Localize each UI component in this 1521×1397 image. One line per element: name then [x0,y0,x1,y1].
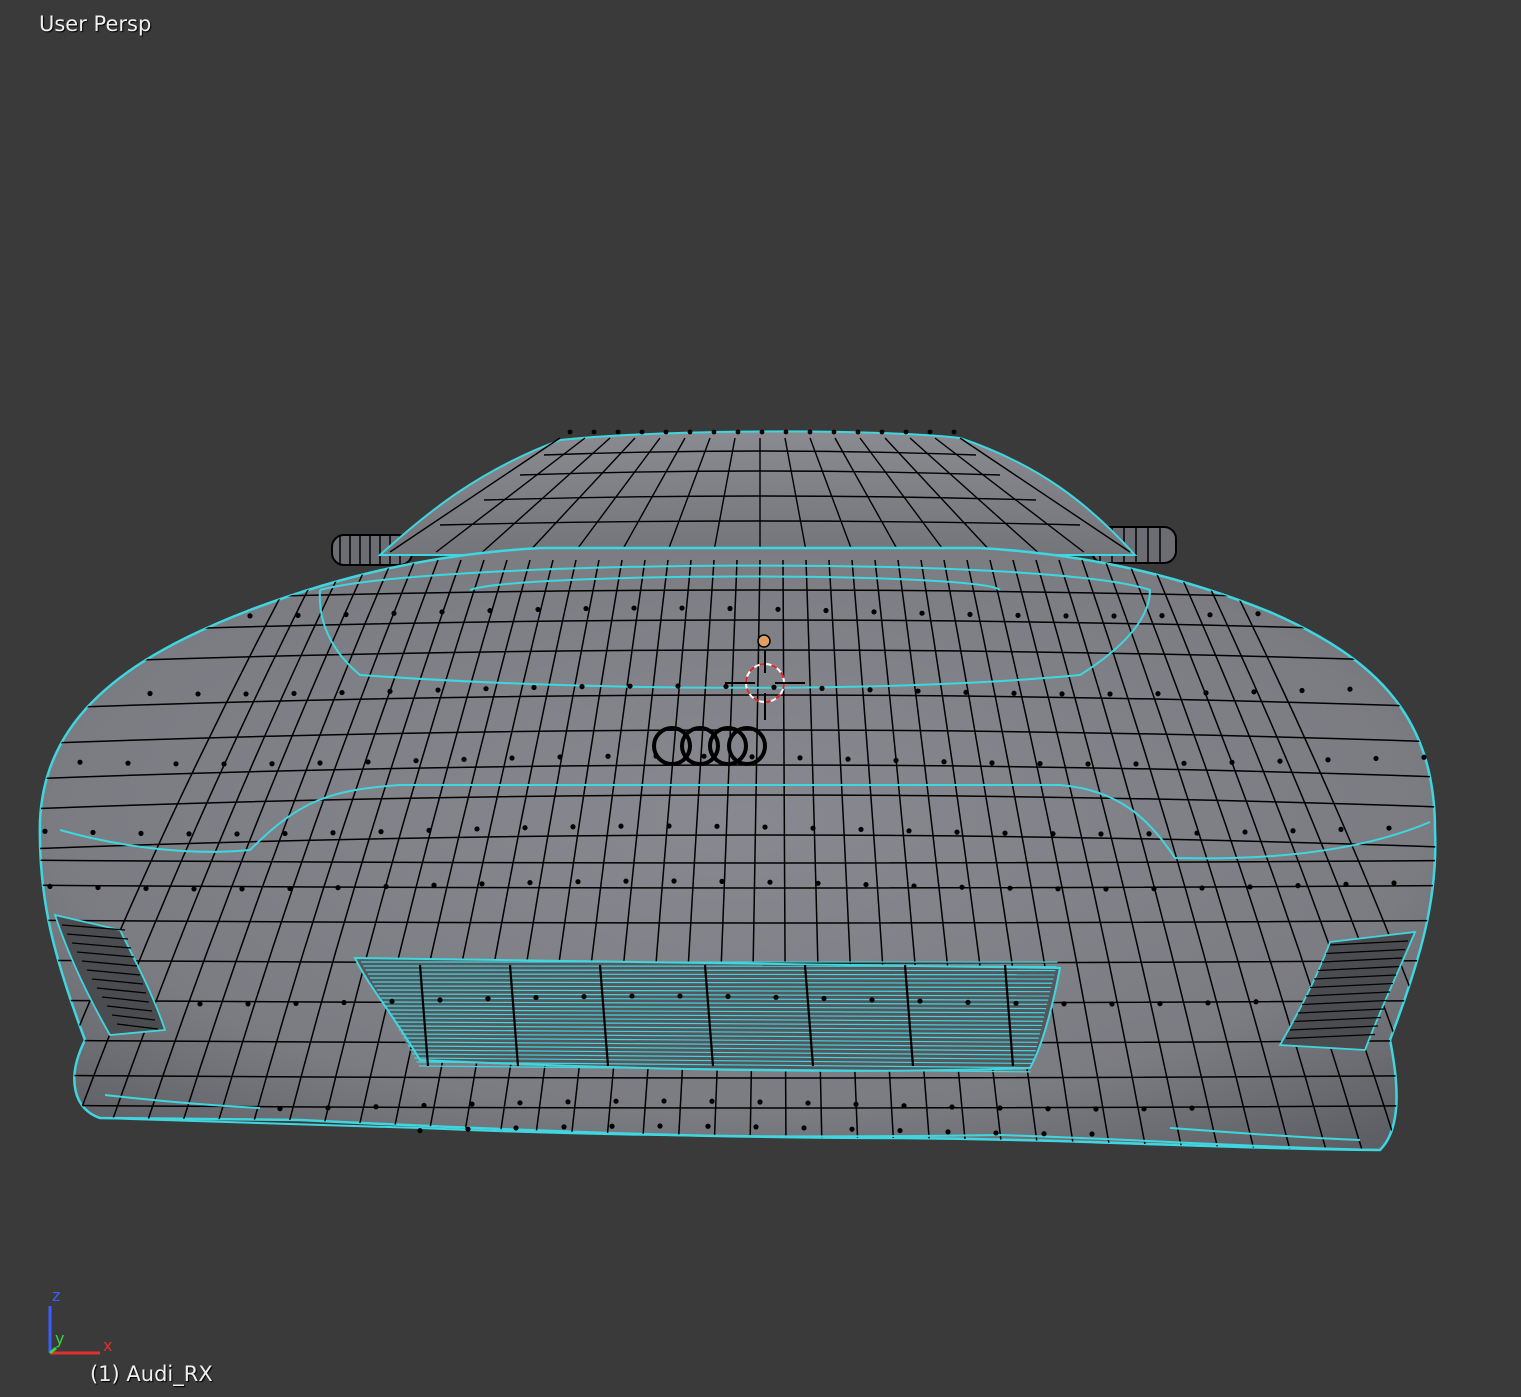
3d-viewport[interactable]: z y x User Persp (1) Audi_RX [0,0,1521,1397]
scene-canvas[interactable]: z y x [0,0,1521,1397]
view-mode-label: User Persp [39,12,152,36]
axis-x-label: x [103,1336,112,1355]
axis-gizmo: z y x [48,1286,112,1355]
object-origin-icon [757,634,771,648]
axis-z-label: z [52,1286,60,1305]
roof-panel[interactable] [377,430,1138,556]
front-grille[interactable] [353,956,1062,1073]
active-object-label: (1) Audi_RX [90,1362,213,1386]
car-mesh[interactable] [0,429,1521,1152]
axis-y-label: y [55,1329,64,1348]
